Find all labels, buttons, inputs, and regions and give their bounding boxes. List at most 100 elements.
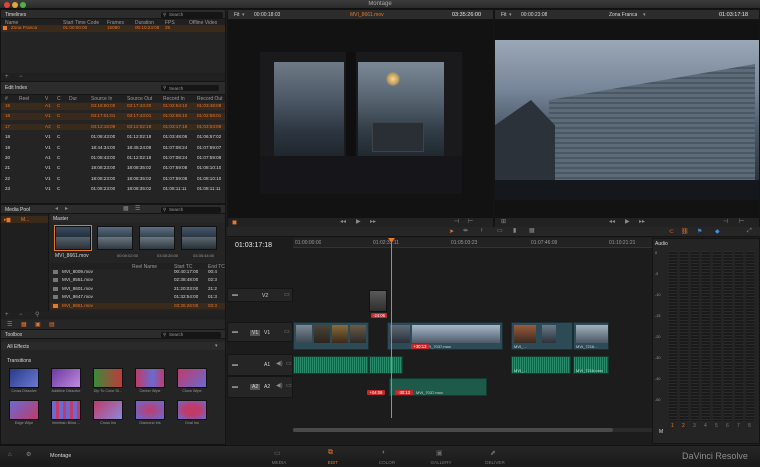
page-tab-edit[interactable]: ⧉ EDIT (310, 446, 356, 467)
record-options-icon[interactable]: ⊞ (501, 219, 506, 225)
remove-timeline-button[interactable]: − (19, 74, 23, 80)
transition-tile[interactable] (93, 368, 123, 388)
zoom-icon[interactable]: ⚲ (35, 312, 39, 318)
speaker-icon[interactable]: ◀) (276, 361, 283, 367)
media-pool-row[interactable]: MVI_8647.mov 01:32:54:00 01:3 (50, 294, 225, 301)
effects-tab-icon[interactable]: ▣ (35, 321, 41, 328)
track-header-a2[interactable]: ▬ A2 A2 ◀) ▭ (227, 376, 293, 398)
transition-tile[interactable] (135, 368, 165, 388)
v1-clip-mvi7037[interactable]: MVI_7037.mov (387, 322, 503, 350)
transition-tile[interactable] (9, 400, 39, 420)
source-video-frame[interactable] (228, 20, 493, 218)
edit-index-row[interactable]: 17 A2 C 03:12:16:09 03:12:02:18 01:03:17:18 01… (1, 123, 225, 131)
speaker-icon[interactable]: ◀) (276, 383, 283, 389)
page-tab-media[interactable]: ▭ MEDIA (256, 446, 302, 467)
record-mark-in-icon[interactable]: ⊣ (723, 219, 728, 225)
clip-thumbnail[interactable] (139, 226, 175, 250)
transition-tile[interactable] (93, 400, 123, 420)
v1-clip-b[interactable]: MVI_... (511, 322, 573, 350)
v1-clip[interactable] (293, 322, 369, 350)
track-header-a1[interactable]: ▬ A1 ◀) ▭ (227, 354, 293, 376)
record-mark-out-icon[interactable]: ⊢ (739, 219, 744, 225)
toolbox-search-input[interactable]: ⚲ Search (161, 331, 221, 338)
edit-index-row[interactable]: 23 V1 C 01:08:23:00 18:08:35:02 01:08:11:11 01… (1, 186, 225, 193)
lock-icon[interactable]: ▬ (232, 362, 238, 368)
chevron-down-icon[interactable]: ▾ (242, 12, 245, 18)
timeline-row[interactable]: Zona Franca 01:00:00:00 15080 00:10:23:0… (1, 25, 225, 32)
list-view-icon[interactable]: ☰ (135, 206, 140, 212)
home-icon[interactable]: ⌂ (8, 452, 12, 458)
source-fit-label[interactable]: Fit (234, 12, 240, 18)
media-pool-row[interactable]: MVI_8551.mov 02:38:48:00 02:3 (50, 277, 225, 284)
lock-icon[interactable]: ▬ (232, 292, 238, 298)
nav-back-icon[interactable]: ◂ (55, 206, 58, 212)
edit-index-row[interactable]: 18 V1 C 01:08:43:00 01:12:02:18 01:03:48:06 01… (1, 134, 225, 141)
edit-index-row[interactable]: 22 V1 C 18:08:23:00 18:08:35:02 01:07:59:08 01… (1, 176, 225, 183)
nav-forward-icon[interactable]: ▸ (65, 206, 68, 212)
transition-tile[interactable] (135, 400, 165, 420)
gear-icon[interactable]: ⚙ (26, 452, 31, 458)
timeline-scrollbar[interactable] (293, 428, 652, 432)
selection-tool-icon[interactable]: ➤ (449, 228, 454, 235)
transition-tile[interactable] (177, 400, 207, 420)
clip-thumbnail[interactable] (181, 226, 217, 250)
page-tab-deliver[interactable]: ⬈ DELIVER (472, 446, 518, 467)
timeline-scroll-thumb[interactable] (293, 428, 613, 432)
clip-thumbnail-selected[interactable] (54, 225, 92, 251)
v2-clip[interactable] (369, 290, 387, 312)
transition-tile[interactable] (177, 368, 207, 388)
transition-tile[interactable] (51, 400, 81, 420)
track-view-icon[interactable]: ▭ (284, 292, 290, 298)
track-header-v2[interactable]: ▬ V2 ▭ (227, 288, 293, 302)
record-video-frame[interactable] (495, 20, 759, 218)
edit-index-row[interactable]: 21 V1 C 18:08:23:00 18:08:35:02 01:07:59:08 01… (1, 165, 225, 172)
record-rewind-button[interactable]: ◂◂ (609, 219, 615, 225)
record-fastforward-button[interactable]: ▸▸ (639, 219, 645, 225)
edit-index-search-input[interactable]: ⚲ Search (161, 85, 219, 91)
a1-clip[interactable] (369, 356, 403, 374)
list-tab-icon[interactable]: ☰ (7, 321, 12, 328)
replace-icon[interactable]: ▦ (529, 228, 535, 234)
playhead[interactable] (391, 238, 392, 418)
all-effects-bar[interactable]: All Effects ▾ (1, 342, 225, 350)
track-view-icon[interactable]: ▭ (286, 383, 292, 389)
source-mode-icon[interactable]: ◼ (232, 219, 237, 226)
trim-tool-icon[interactable]: ⇹ (463, 228, 468, 234)
media-pool-row[interactable]: MVI_8661.mov 03:35:26:00 03:3 (50, 302, 225, 310)
a1-clip-c[interactable]: MVI_7216.mov (573, 356, 609, 374)
blade-tool-icon[interactable]: ⟊ (481, 228, 483, 234)
snap-icon[interactable]: ⊂ (669, 228, 674, 235)
media-pool-row[interactable]: MVI_8009.mov 00:40:17:00 00:4 (50, 269, 225, 276)
a1-clip-b[interactable]: MVI_... (511, 356, 571, 374)
overwrite-icon[interactable]: ▮ (513, 228, 516, 234)
insert-icon[interactable]: ▭ (497, 228, 503, 234)
chevron-down-icon[interactable]: ▾ (643, 12, 646, 18)
add-bin-button[interactable]: + (5, 312, 9, 318)
source-fastforward-button[interactable]: ▸▸ (370, 219, 376, 225)
transition-tile[interactable] (9, 368, 39, 388)
bin-master[interactable]: ▸▆ M... (1, 216, 48, 223)
flag-icon[interactable]: ⚑ (697, 228, 702, 235)
clip-thumbnail[interactable] (97, 226, 133, 250)
lock-icon[interactable]: ▬ (232, 384, 238, 390)
a1-clip[interactable] (293, 356, 369, 374)
chevron-down-icon[interactable]: ▾ (215, 343, 218, 349)
timelines-search-input[interactable]: ⚲ Search (161, 11, 223, 18)
timeline-ruler[interactable]: 01:00:00:00 01:02:31:11 01:05:03:23 01:0… (293, 238, 652, 248)
source-play-button[interactable]: ▶ (356, 219, 361, 225)
edit-index-row[interactable]: 20 A1 C 01:08:43:00 01:12:02:18 01:07:08:24 01… (1, 155, 225, 162)
source-mark-out-icon[interactable]: ⊢ (468, 219, 473, 225)
lock-icon[interactable]: ▬ (232, 329, 238, 335)
source-mark-in-icon[interactable]: ⊣ (454, 219, 459, 225)
edit-index-row[interactable]: 16 V1 C 03:17:01:01 03:17:43:01 01:02:55:10 01… (1, 113, 225, 120)
toolbox-tab-icon[interactable]: ▤ (49, 321, 55, 328)
fullscreen-icon[interactable]: ⤢ (747, 228, 752, 234)
edit-index-row[interactable]: 15 A1 C 03:18:50:00 03:17:43:20 01:02:54:10 01… (1, 103, 225, 110)
media-pool-search-input[interactable]: ⚲ Search (161, 206, 221, 213)
chevron-down-icon[interactable]: ▾ (509, 12, 512, 18)
transition-tile[interactable] (51, 368, 81, 388)
source-rewind-button[interactable]: ◂◂ (340, 219, 346, 225)
media-pool-row[interactable]: MVI_8601.mov 21:20:03:00 21:2 (50, 286, 225, 293)
track-view-icon[interactable]: ▭ (286, 361, 292, 367)
track-header-v1[interactable]: ▬ V1 V1 ▭ (227, 322, 293, 342)
